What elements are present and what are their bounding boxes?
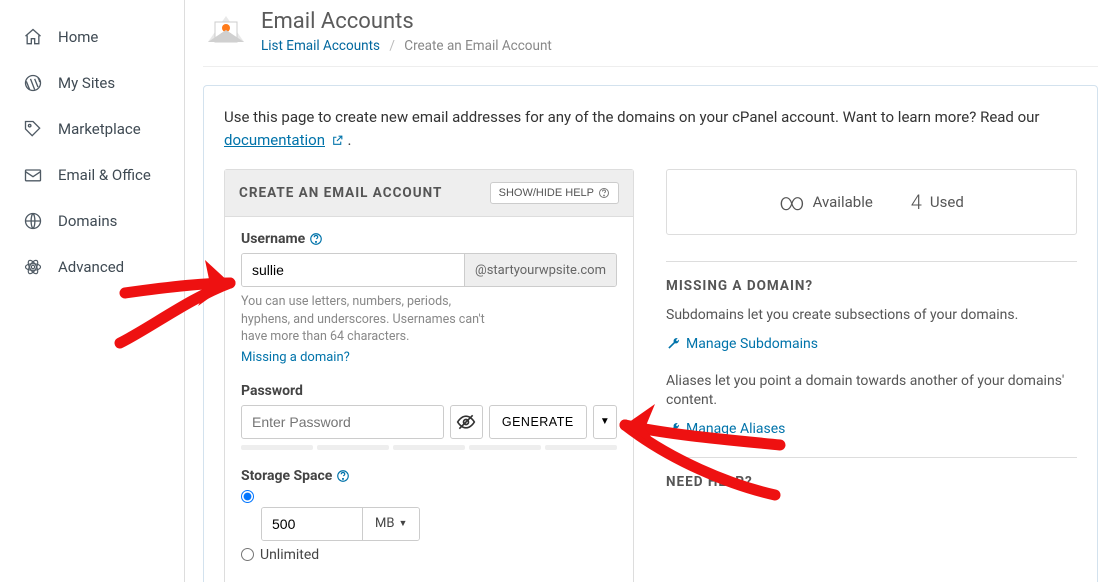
sidebar-item-mysites[interactable]: My Sites [0,60,184,106]
infinity-icon: ∞ [779,188,804,216]
missing-domain-heading: MISSING A DOMAIN? [666,261,1077,294]
used-count: 4 [911,190,922,214]
wrench-icon [666,337,680,351]
username-label: Username [241,231,305,247]
missing-domain-link[interactable]: Missing a domain? [241,350,617,365]
storage-limited-radio[interactable] [241,490,254,503]
breadcrumb-current: Create an Email Account [404,38,552,54]
documentation-link[interactable]: documentation [224,131,325,149]
password-field: Password GENERATE [241,383,617,450]
home-icon [22,26,44,48]
manage-aliases-link[interactable]: Manage Aliases [666,421,1077,437]
sidebar-item-label: Advanced [58,258,124,276]
generate-password-button[interactable]: GENERATE [489,405,587,439]
sidebar-item-label: Domains [58,212,117,230]
page-header: Email Accounts List Email Accounts / Cre… [203,0,1098,67]
wrench-icon [666,422,680,436]
caret-down-icon: ▼ [398,518,407,529]
generate-options-button[interactable]: ▼ [593,405,617,439]
question-circle-icon [598,187,610,199]
envelope-icon [22,164,44,186]
sidebar-item-label: Marketplace [58,120,141,138]
username-input[interactable] [242,254,464,286]
caret-down-icon: ▼ [600,416,610,427]
available-label: Available [813,193,873,211]
intro-text: Use this page to create new email addres… [224,106,1077,151]
question-circle-icon[interactable] [309,232,323,246]
page-title: Email Accounts [261,9,552,34]
globe-icon [22,210,44,232]
sidebar-item-domains[interactable]: Domains [0,198,184,244]
storage-value-input[interactable] [262,508,362,540]
create-email-panel: CREATE AN EMAIL ACCOUNT SHOW/HIDE HELP [224,169,634,582]
sidebar-item-home[interactable]: Home [0,14,184,60]
username-field: Username @startyourwpsite.com You can [241,231,617,365]
content-card: Use this page to create new email addres… [203,85,1098,582]
username-hint: You can use letters, numbers, periods, h… [241,293,501,346]
sidebar-item-label: Home [58,28,98,46]
password-input[interactable] [241,405,444,439]
wordpress-icon [22,72,44,94]
main-content: Email Accounts List Email Accounts / Cre… [185,0,1116,582]
manage-subdomains-link[interactable]: Manage Subdomains [666,336,1077,352]
storage-unit-select[interactable]: MB ▼ [362,508,419,540]
domain-addon[interactable]: @startyourwpsite.com [464,254,616,286]
question-circle-icon[interactable] [336,469,350,483]
sidebar-item-label: Email & Office [58,166,151,184]
email-stats: ∞ Available 4 Used [666,169,1077,235]
sidebar-item-label: My Sites [58,74,115,92]
show-hide-help-button[interactable]: SHOW/HIDE HELP [490,182,619,204]
password-label: Password [241,383,303,399]
sidebar-item-marketplace[interactable]: Marketplace [0,106,184,152]
external-link-icon [331,134,344,147]
toggle-password-visibility-button[interactable] [450,405,483,439]
email-accounts-icon [203,8,249,54]
password-strength-meter [241,445,617,450]
atom-icon [22,256,44,278]
breadcrumb-link[interactable]: List Email Accounts [261,38,380,54]
subdomain-text: Subdomains let you create subsections of… [666,306,1077,326]
eye-off-icon [456,412,476,432]
sidebar-item-advanced[interactable]: Advanced [0,244,184,290]
tag-icon [22,118,44,140]
panel-title: CREATE AN EMAIL ACCOUNT [239,185,442,201]
storage-unlimited-radio[interactable] [241,548,254,561]
unlimited-label: Unlimited [260,547,319,563]
used-label: Used [930,193,964,211]
alias-text: Aliases let you point a domain towards a… [666,372,1077,411]
need-help-heading: NEED HELP? [666,457,1077,490]
sidebar: Home My Sites Marketplace Email & Office… [0,0,185,582]
storage-field: Storage Space [241,468,617,563]
sidebar-item-email[interactable]: Email & Office [0,152,184,198]
breadcrumb: List Email Accounts / Create an Email Ac… [261,38,552,54]
storage-label: Storage Space [241,468,332,484]
